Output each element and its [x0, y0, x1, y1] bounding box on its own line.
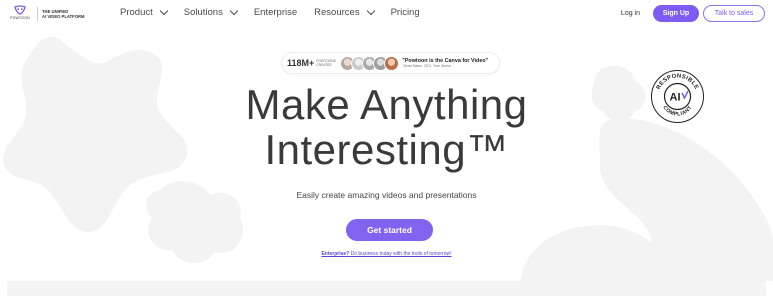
nav-item-resources[interactable]: Resources [314, 6, 375, 18]
enterprise-link[interactable]: Enterprise? Do business today with the t… [321, 251, 451, 257]
login-link[interactable]: Log in [621, 10, 640, 17]
nav-item-label: Resources [314, 7, 360, 18]
enterprise-link-text: Do business today with the tools of tomo… [349, 251, 452, 257]
nav-item-pricing[interactable]: Pricing [391, 7, 420, 18]
hero-headline-line1: Make Anything [245, 81, 528, 128]
powtoon-logo-icon [14, 5, 26, 15]
header-actions: Log in Sign Up Talk to sales [621, 5, 765, 22]
hero-headline-line2: Interesting™ [264, 126, 509, 173]
get-started-button[interactable]: Get started [346, 219, 433, 241]
nav-item-label: Product [120, 7, 153, 18]
header: POWTOON THE UNIFIED AI VIDEO PLATFORM Pr… [0, 0, 773, 28]
powtoons-count-caption: POWTOONS CREATED [316, 59, 336, 67]
logo-wordmark: POWTOON [10, 16, 30, 20]
page: POWTOON THE UNIFIED AI VIDEO PLATFORM Pr… [0, 0, 773, 296]
social-proof-pill: 118M+ POWTOONS CREATED "Powtoon is the C… [282, 53, 499, 73]
hero-headline: Make Anything Interesting™ [0, 82, 773, 172]
chevron-down-icon [366, 6, 375, 15]
avatar [384, 55, 400, 71]
enterprise-link-strong: Enterprise? [321, 251, 350, 257]
logo-divider [37, 7, 38, 21]
nav-item-label: Enterprise [253, 7, 298, 18]
main-nav: Product Solutions Enterprise Resources P… [120, 6, 437, 18]
nav-item-enterprise[interactable]: Enterprise [254, 7, 297, 18]
hero-subtitle: Easily create amazing videos and present… [296, 190, 477, 200]
enterprise-link-line: Enterprise? Do business today with the t… [0, 251, 773, 257]
next-section-strip [7, 281, 766, 296]
powtoons-count: 118M+ [287, 58, 315, 68]
chevron-down-icon [229, 6, 239, 15]
nav-item-label: Pricing [390, 7, 420, 18]
signup-button[interactable]: Sign Up [653, 5, 699, 22]
logo[interactable]: POWTOON THE UNIFIED AI VIDEO PLATFORM [9, 5, 85, 23]
testimonial-author: Stuart Baker, CEO, Tech Senior [403, 64, 451, 68]
avatar-group [340, 55, 400, 71]
logo-tagline: THE UNIFIED AI VIDEO PLATFORM [42, 9, 85, 19]
nav-item-solutions[interactable]: Solutions [183, 6, 239, 18]
talk-to-sales-button[interactable]: Talk to sales [703, 5, 765, 22]
nav-item-product[interactable]: Product [120, 6, 168, 18]
testimonial: "Powtoon is the Canva for Video" Stuart … [402, 58, 488, 68]
chevron-down-icon [159, 6, 168, 15]
nav-item-label: Solutions [183, 7, 223, 18]
logo-tagline-line2: AI VIDEO PLATFORM [42, 14, 85, 19]
powtoon-logo-mark: POWTOON [9, 5, 31, 23]
